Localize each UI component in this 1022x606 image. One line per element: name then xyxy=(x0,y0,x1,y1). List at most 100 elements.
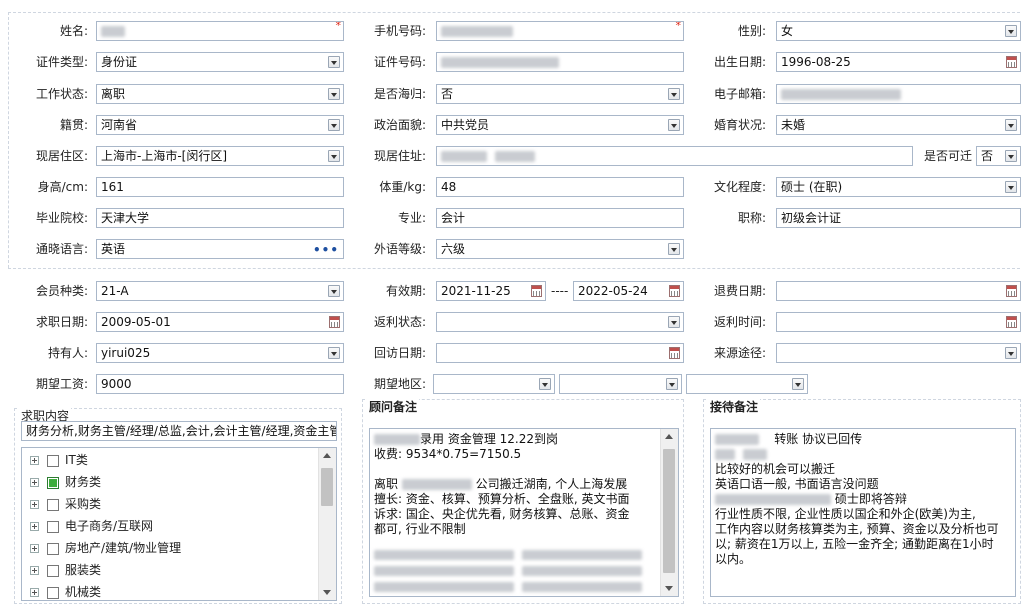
validity-end-field[interactable]: 2022-05-24 xyxy=(573,281,684,301)
rebatetime-field[interactable] xyxy=(776,312,1021,332)
chevron-down-icon[interactable] xyxy=(328,347,340,359)
calendar-icon[interactable] xyxy=(669,285,680,297)
scroll-up-icon[interactable] xyxy=(665,434,673,439)
major-field[interactable]: 会计 xyxy=(436,208,684,228)
school-field[interactable]: 天津大学 xyxy=(96,208,344,228)
chevron-down-icon[interactable] xyxy=(1005,150,1017,162)
scroll-down-icon[interactable] xyxy=(665,586,673,591)
area-province-select[interactable] xyxy=(433,374,555,394)
gender-select[interactable]: 女 xyxy=(776,21,1021,41)
calendar-icon[interactable] xyxy=(329,316,340,328)
idno-field[interactable] xyxy=(436,52,684,72)
chevron-down-icon[interactable] xyxy=(328,285,340,297)
calendar-icon[interactable] xyxy=(1006,316,1017,328)
relocate-select[interactable]: 否 xyxy=(976,146,1021,166)
tree-scrollbar[interactable] xyxy=(318,448,336,600)
expand-icon[interactable] xyxy=(30,544,39,553)
residence-select[interactable]: 上海市-上海市-[闵行区] xyxy=(96,146,344,166)
weight-field[interactable]: 48 xyxy=(436,177,684,197)
expand-icon[interactable] xyxy=(30,588,39,597)
education-select[interactable]: 硕士 (在职) xyxy=(776,177,1021,197)
calendar-icon[interactable] xyxy=(531,285,542,297)
job-content-summary-field[interactable]: 财务分析,财务主管/经理/总监,会计,会计主管/经理,资金主管 xyxy=(21,421,337,441)
height-field[interactable]: 161 xyxy=(96,177,344,197)
tree-item[interactable]: 机械类 xyxy=(30,582,102,600)
expand-icon[interactable] xyxy=(30,478,39,487)
chevron-down-icon[interactable] xyxy=(328,88,340,100)
tree-item[interactable]: 电子商务/互联网 xyxy=(30,516,153,536)
langlevel-select[interactable]: 六级 xyxy=(436,239,684,259)
checkbox[interactable] xyxy=(47,454,59,467)
expand-icon[interactable] xyxy=(30,500,39,509)
overseas-select[interactable]: 否 xyxy=(436,84,684,104)
chevron-down-icon[interactable] xyxy=(328,56,340,68)
scroll-up-icon[interactable] xyxy=(323,453,331,458)
language-field[interactable]: 英语 ••• xyxy=(96,239,344,259)
phone-field[interactable]: * xyxy=(436,21,684,41)
address-field[interactable] xyxy=(436,146,913,166)
checkbox[interactable] xyxy=(47,520,59,533)
holder-select[interactable]: yirui025 xyxy=(96,343,344,363)
salary-field[interactable]: 9000 xyxy=(96,374,344,394)
scroll-thumb[interactable] xyxy=(663,449,675,573)
calendar-icon[interactable] xyxy=(669,347,680,359)
tree-item[interactable]: 采购类 xyxy=(30,494,101,514)
chevron-down-icon[interactable] xyxy=(1005,119,1017,131)
tree-item[interactable]: IT类 xyxy=(30,450,88,470)
expand-icon[interactable] xyxy=(30,522,39,531)
chevron-down-icon[interactable] xyxy=(1005,25,1017,37)
advisor-redacted-block xyxy=(374,547,642,562)
validity-start-field[interactable]: 2021-11-25 xyxy=(436,281,546,301)
checkbox[interactable] xyxy=(47,564,59,577)
member-select[interactable]: 21-A xyxy=(96,281,344,301)
tree-item[interactable]: 服装类 xyxy=(30,560,101,580)
email-field[interactable] xyxy=(776,84,1021,104)
chevron-down-icon[interactable] xyxy=(666,378,678,390)
title-field[interactable]: 初级会计证 xyxy=(776,208,1021,228)
reception-notes-textarea[interactable]: 转账 协议已回传 比较好的机会可以搬迁 英语口语一般, 书面语言没问题 硕士即将… xyxy=(710,428,1016,597)
workstatus-select[interactable]: 离职 xyxy=(96,84,344,104)
refund-date-field[interactable] xyxy=(776,281,1021,301)
tree-item-label: 服装类 xyxy=(65,563,102,577)
validity-separator: ---- xyxy=(551,284,569,298)
rebate-select[interactable] xyxy=(436,312,684,332)
political-select[interactable]: 中共党员 xyxy=(436,115,684,135)
revisit-date-field[interactable] xyxy=(436,343,684,363)
area-city-select[interactable] xyxy=(559,374,682,394)
calendar-icon[interactable] xyxy=(1006,285,1017,297)
idtype-select[interactable]: 身份证 xyxy=(96,52,344,72)
calendar-icon[interactable] xyxy=(1006,56,1017,68)
chevron-down-icon[interactable] xyxy=(668,243,680,255)
chevron-down-icon[interactable] xyxy=(1005,347,1017,359)
area-district-select[interactable] xyxy=(686,374,808,394)
checkbox[interactable] xyxy=(47,476,59,489)
chevron-down-icon[interactable] xyxy=(539,378,551,390)
chevron-down-icon[interactable] xyxy=(328,119,340,131)
tree-item[interactable]: 房地产/建筑/物业管理 xyxy=(30,538,181,558)
advisor-notes-scrollbar[interactable] xyxy=(660,429,678,596)
chevron-down-icon[interactable] xyxy=(328,150,340,162)
checkbox[interactable] xyxy=(47,498,59,511)
scroll-thumb[interactable] xyxy=(321,468,333,506)
tree-item-label: 机械类 xyxy=(65,585,102,599)
expand-icon[interactable] xyxy=(30,566,39,575)
checkbox[interactable] xyxy=(47,542,59,555)
chevron-down-icon[interactable] xyxy=(668,316,680,328)
chevron-down-icon[interactable] xyxy=(668,119,680,131)
tree-item[interactable]: 财务类 xyxy=(30,472,101,492)
chevron-down-icon[interactable] xyxy=(792,378,804,390)
marital-select[interactable]: 未婚 xyxy=(776,115,1021,135)
chevron-down-icon[interactable] xyxy=(1005,181,1017,193)
advisor-notes-textarea[interactable]: 录用 资金管理 12.22到岗 收费: 9534*0.75=7150.5 离职 … xyxy=(369,428,679,597)
birthdate-field[interactable]: 1996-08-25 xyxy=(776,52,1021,72)
source-select[interactable] xyxy=(776,343,1021,363)
name-field[interactable]: * xyxy=(96,21,344,41)
scroll-down-icon[interactable] xyxy=(323,590,331,595)
chevron-down-icon[interactable] xyxy=(668,88,680,100)
jobdate-field[interactable]: 2009-05-01 xyxy=(96,312,344,332)
native-select[interactable]: 河南省 xyxy=(96,115,344,135)
more-icon[interactable]: ••• xyxy=(313,241,339,258)
holder-label: 持有人: xyxy=(47,346,88,360)
checkbox[interactable] xyxy=(47,586,59,599)
expand-icon[interactable] xyxy=(30,456,39,465)
